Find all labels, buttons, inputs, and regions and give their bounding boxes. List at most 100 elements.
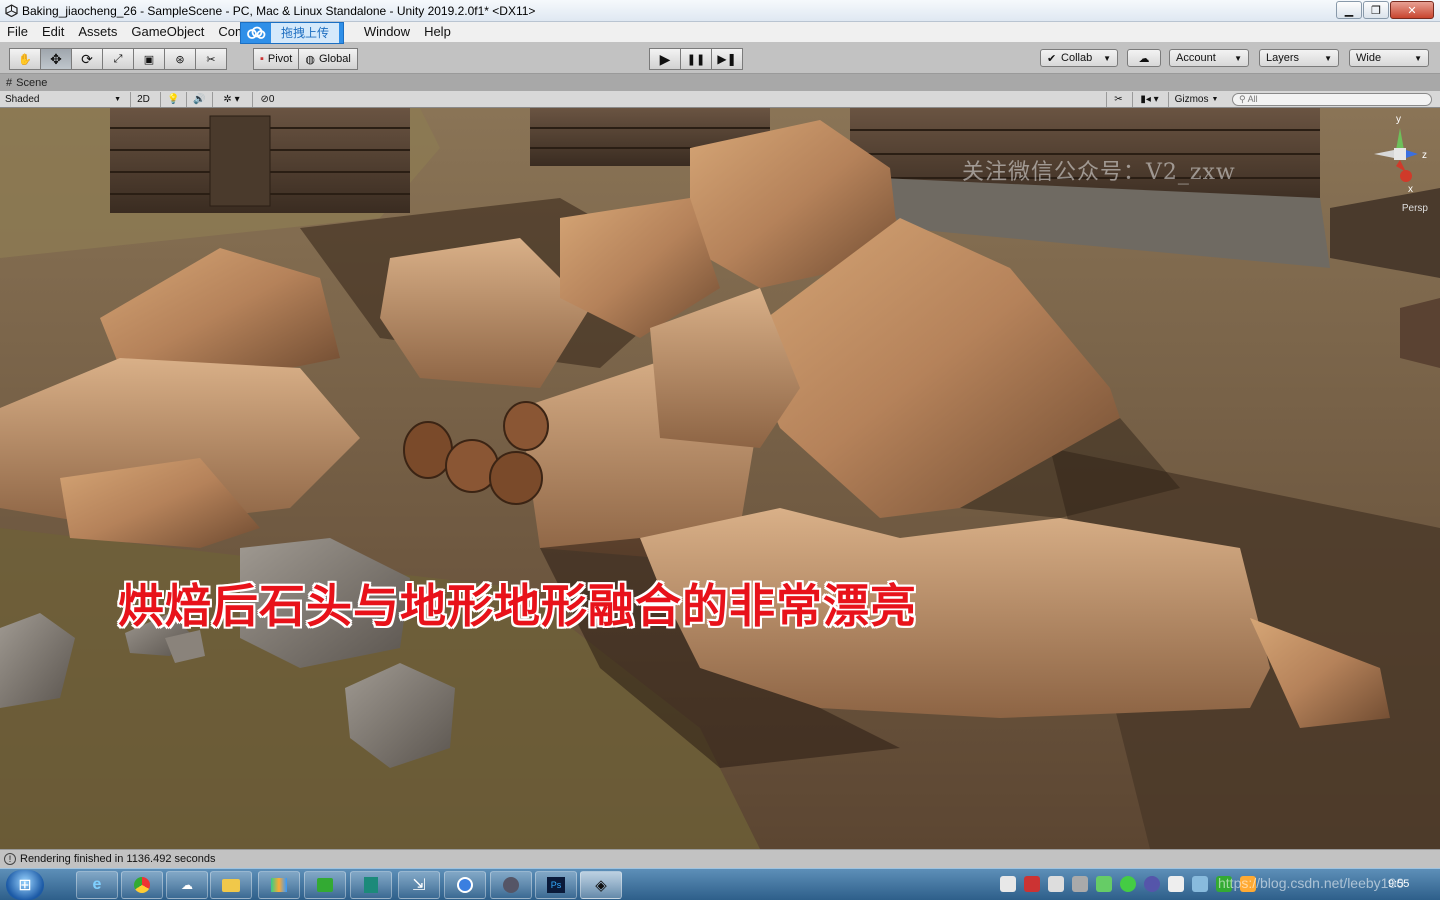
tray-icon-4[interactable] xyxy=(1072,876,1088,892)
step-button[interactable]: ▶❚ xyxy=(711,48,743,70)
taskbar-app-5[interactable] xyxy=(444,871,486,899)
gizmos-dropdown[interactable]: Gizmos ▼ xyxy=(1168,92,1224,107)
play-button[interactable]: ▶ xyxy=(649,48,681,70)
hidden-objects-toggle[interactable]: ⊘ 0 xyxy=(252,92,282,107)
rect-icon: ▣ xyxy=(143,53,155,66)
custom-tool-button[interactable]: ✂ xyxy=(195,48,227,70)
2d-toggle[interactable]: 2D xyxy=(130,92,156,107)
rotate-tool-button[interactable]: ⟳ xyxy=(71,48,103,70)
transform-tool-button[interactable]: ⊛ xyxy=(164,48,196,70)
wechat-icon[interactable] xyxy=(1120,876,1136,892)
step-icon: ▶❚ xyxy=(717,52,737,66)
shading-mode-dropdown[interactable]: Shaded ▼ xyxy=(0,92,126,107)
restore-icon: ❐ xyxy=(1371,4,1381,17)
upload-overlay[interactable]: 拖拽上传 xyxy=(240,22,344,44)
close-button[interactable]: ✕ xyxy=(1390,1,1434,19)
layers-label: Layers xyxy=(1266,52,1300,64)
blog-url-watermark: https://blog.csdn.net/leeby100 xyxy=(1218,875,1405,891)
taskbar-unity[interactable]: ◈ xyxy=(580,871,622,899)
z-axis-cone[interactable] xyxy=(1406,150,1418,158)
menu-assets[interactable]: Assets xyxy=(71,22,124,42)
menu-gameobject[interactable]: GameObject xyxy=(124,22,211,42)
projection-label[interactable]: Persp xyxy=(1402,203,1428,214)
2d-label: 2D xyxy=(137,94,150,105)
taskbar-app-2[interactable] xyxy=(304,871,346,899)
scene-tools-button[interactable]: ✂ xyxy=(1106,92,1130,107)
scale-tool-button[interactable]: ⤢ xyxy=(102,48,134,70)
scale-icon: ⤢ xyxy=(113,52,123,65)
grid-icon: # xyxy=(6,76,13,89)
status-message[interactable]: Rendering finished in 1136.492 seconds xyxy=(20,853,216,865)
menu-edit[interactable]: Edit xyxy=(35,22,71,42)
shading-mode-label: Shaded xyxy=(5,94,40,105)
menu-window[interactable]: Window xyxy=(357,22,417,42)
taskbar-ie[interactable]: e xyxy=(76,871,118,899)
cloud-button[interactable]: ☁ xyxy=(1127,49,1161,67)
lighting-toggle[interactable]: 💡 xyxy=(160,92,186,107)
neg-x-axis-cone[interactable] xyxy=(1374,150,1394,158)
taskbar-app-1[interactable] xyxy=(258,871,300,899)
scene-toolbar: Shaded ▼ 2D 💡 🔊 ✲ ▾ ⊘ 0 ✂ ▮◂ ▾ Gizmos ▼ … xyxy=(0,91,1440,108)
tray-icon-7[interactable] xyxy=(1144,876,1160,892)
chevron-down-icon: ▼ xyxy=(1211,96,1219,103)
rect-tool-button[interactable]: ▣ xyxy=(133,48,165,70)
menu-help[interactable]: Help xyxy=(417,22,458,42)
global-toggle[interactable]: ◍ Global xyxy=(298,48,358,70)
chart-app-icon xyxy=(271,878,287,892)
info-icon: ! xyxy=(4,853,16,865)
minimize-button[interactable]: ▁ xyxy=(1336,1,1362,19)
keyboard-icon[interactable] xyxy=(1048,876,1064,892)
unity-tray-icon[interactable] xyxy=(1168,876,1184,892)
taskbar-clock[interactable]: 9:55 xyxy=(1388,878,1409,890)
unity-logo-icon xyxy=(4,4,18,18)
pivot-toggle[interactable]: ▪ Pivot xyxy=(253,48,300,70)
minimize-icon: ▁ xyxy=(1344,4,1354,17)
scene-viewport[interactable]: 关注微信公众号：V2_zxw 烘焙后石头与地形地形融合的非常漂亮 y z x P… xyxy=(0,108,1440,849)
transform-icon: ⊛ xyxy=(175,53,185,66)
effects-dropdown[interactable]: ✲ ▾ xyxy=(212,92,250,107)
maximize-button[interactable]: ❐ xyxy=(1363,1,1389,19)
audio-toggle[interactable]: 🔊 xyxy=(186,92,212,107)
taskbar-app-6[interactable] xyxy=(490,871,532,899)
battery-icon[interactable] xyxy=(1096,876,1112,892)
hand-tool-button[interactable]: ✋ xyxy=(9,48,41,70)
collab-dropdown[interactable]: ✔ Collab ▼ xyxy=(1040,49,1118,67)
taskbar-chrome[interactable] xyxy=(121,871,163,899)
taskbar-baidu-netdisk[interactable]: ☁ xyxy=(166,871,208,899)
globe-icon: ◍ xyxy=(305,53,315,66)
taskbar-app-3[interactable] xyxy=(350,871,392,899)
layout-dropdown[interactable]: Wide ▼ xyxy=(1349,49,1429,67)
pivot-label: Pivot xyxy=(267,53,293,65)
scene-tab[interactable]: # Scene xyxy=(0,74,1440,91)
chevron-down-icon: ▼ xyxy=(114,96,121,103)
pivot-toggles: ▪ Pivot ◍ Global xyxy=(253,48,358,70)
taskbar-photoshop[interactable]: Ps xyxy=(535,871,577,899)
windows-logo-icon: ⊞ xyxy=(18,877,32,894)
close-icon: ✕ xyxy=(1407,4,1417,17)
pause-button[interactable]: ❚❚ xyxy=(680,48,712,70)
camera-dropdown[interactable]: ▮◂ ▾ xyxy=(1132,92,1166,107)
upload-label[interactable]: 拖拽上传 xyxy=(271,23,340,43)
tray-icon-2[interactable] xyxy=(1024,876,1040,892)
y-axis-cone[interactable] xyxy=(1396,128,1404,150)
gizmo-center-cube[interactable] xyxy=(1394,148,1406,160)
cloud-tray-icon[interactable] xyxy=(1192,876,1208,892)
menu-file[interactable]: File xyxy=(0,22,35,42)
tools-icon: ✂ xyxy=(1114,94,1123,105)
chevron-down-icon: ▼ xyxy=(1103,53,1111,63)
gizmo-x-label: x xyxy=(1408,184,1413,195)
gizmo-z-label: z xyxy=(1422,150,1427,161)
layers-dropdown[interactable]: Layers ▼ xyxy=(1259,49,1339,67)
hidden-count: 0 xyxy=(268,94,275,105)
search-icon: ⚲ xyxy=(1239,94,1246,104)
blue-arrow-icon: ⇲ xyxy=(412,877,426,894)
scene-search-input[interactable]: ⚲ All xyxy=(1232,93,1432,106)
collab-label: Collab xyxy=(1061,52,1093,64)
taskbar-explorer[interactable] xyxy=(210,871,252,899)
taskbar-app-4[interactable]: ⇲ xyxy=(398,871,440,899)
x-axis-sphere[interactable] xyxy=(1400,170,1412,182)
tray-icon-1[interactable] xyxy=(1000,876,1016,892)
start-button[interactable]: ⊞ xyxy=(6,870,44,900)
account-dropdown[interactable]: Account ▼ xyxy=(1169,49,1249,67)
move-tool-button[interactable]: ✥ xyxy=(40,48,72,70)
